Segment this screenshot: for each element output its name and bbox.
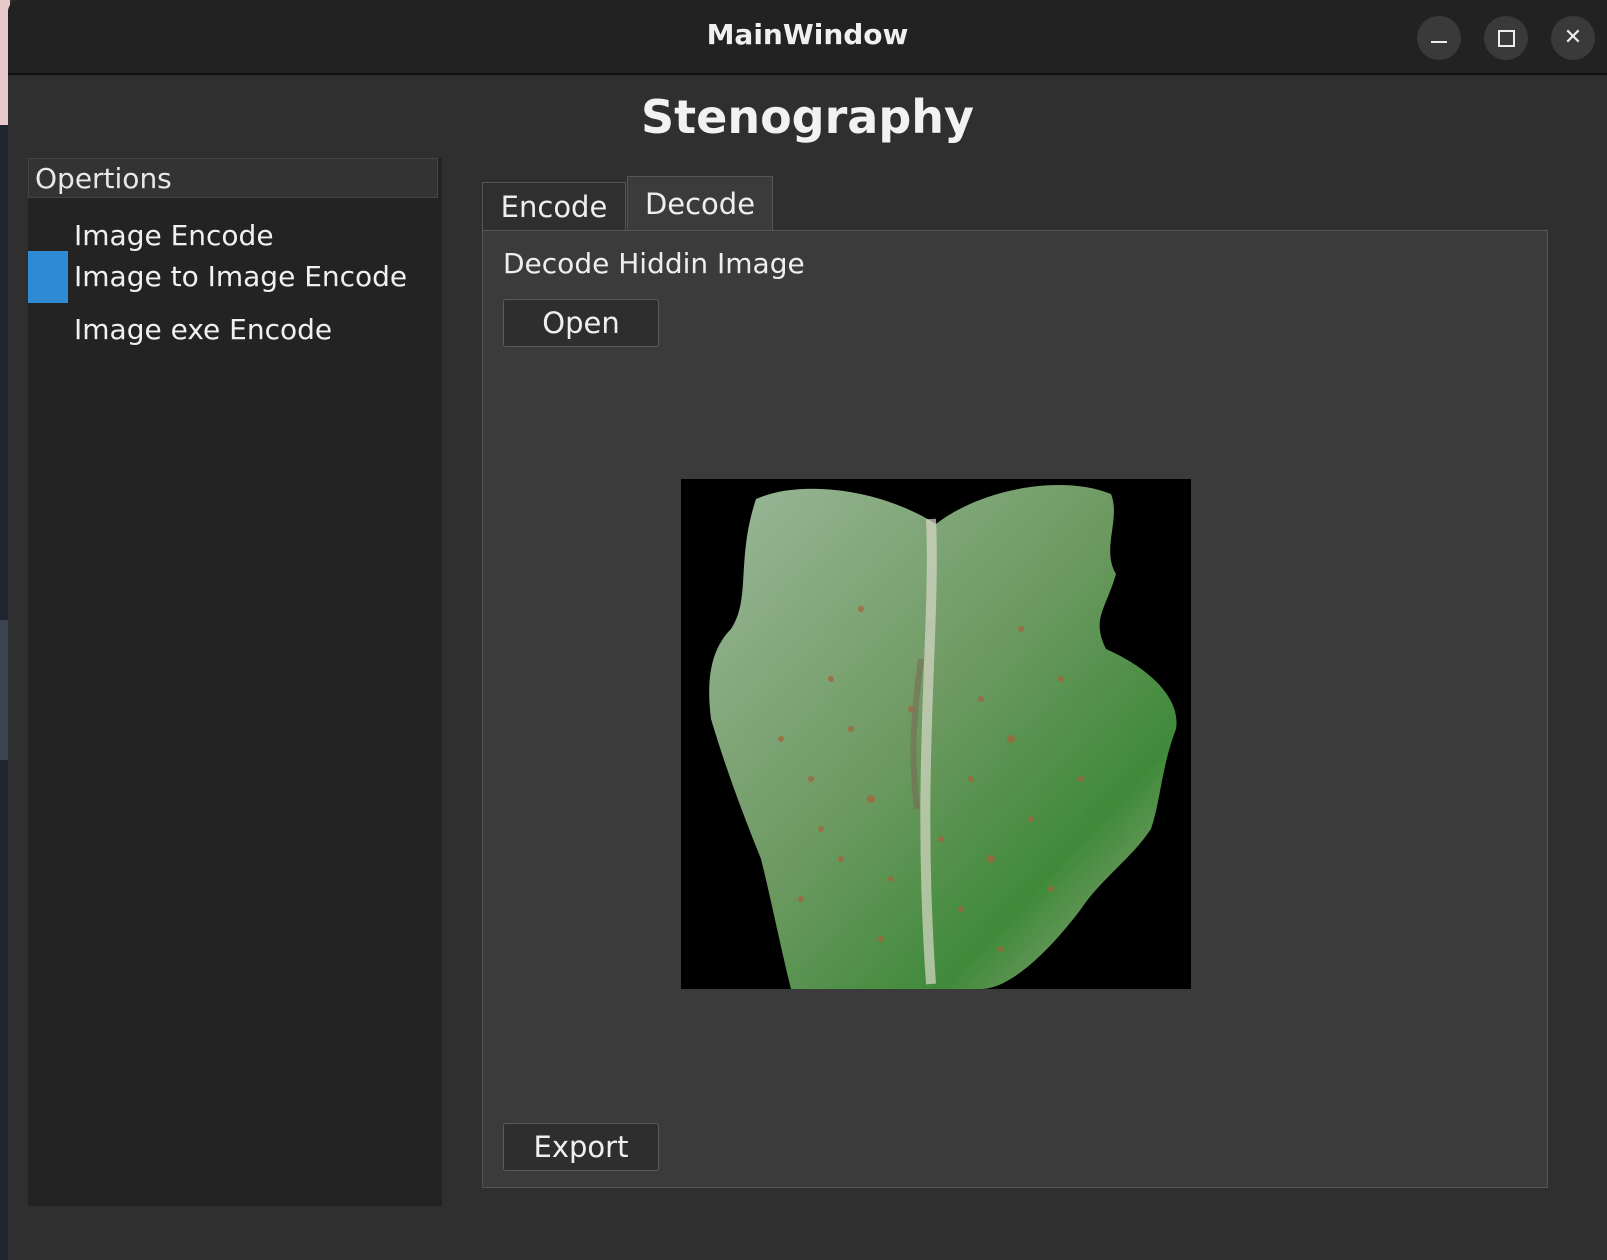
tab-decode[interactable]: Decode bbox=[627, 176, 773, 230]
minimize-button[interactable] bbox=[1417, 16, 1461, 60]
decode-label: Decode Hiddin Image bbox=[503, 247, 805, 280]
operations-list: Opertions Image Encode Image to Image En… bbox=[28, 158, 442, 1206]
tab-encode[interactable]: Encode bbox=[482, 182, 626, 230]
sidebar-item-image-to-image-encode[interactable]: Image to Image Encode bbox=[28, 251, 442, 303]
maximize-button[interactable] bbox=[1484, 16, 1528, 60]
decode-tab-panel: Decode Hiddin Image Open Export bbox=[482, 230, 1548, 1188]
sidebar-item-label: Image exe Encode bbox=[74, 313, 333, 346]
maximize-icon bbox=[1498, 30, 1515, 47]
operations-header[interactable]: Opertions bbox=[28, 158, 438, 198]
sidebar-item-image-exe-encode[interactable]: Image exe Encode bbox=[28, 304, 442, 356]
app-heading: Stenography bbox=[641, 90, 974, 144]
sidebar-item-label: Image to Image Encode bbox=[74, 260, 408, 293]
selection-marker bbox=[28, 304, 68, 356]
leaf-image bbox=[709, 485, 1177, 989]
open-button[interactable]: Open bbox=[503, 299, 659, 347]
decoded-image-preview bbox=[681, 479, 1191, 989]
close-button[interactable]: ✕ bbox=[1551, 16, 1595, 60]
export-button[interactable]: Export bbox=[503, 1123, 659, 1171]
minimize-icon bbox=[1431, 41, 1447, 43]
window-title: MainWindow bbox=[706, 18, 909, 51]
title-bar[interactable]: MainWindow ✕ bbox=[8, 0, 1607, 75]
main-window: MainWindow ✕ Stenography Opertions Image… bbox=[8, 0, 1607, 1260]
selection-marker bbox=[28, 251, 68, 303]
close-icon: ✕ bbox=[1563, 25, 1583, 50]
